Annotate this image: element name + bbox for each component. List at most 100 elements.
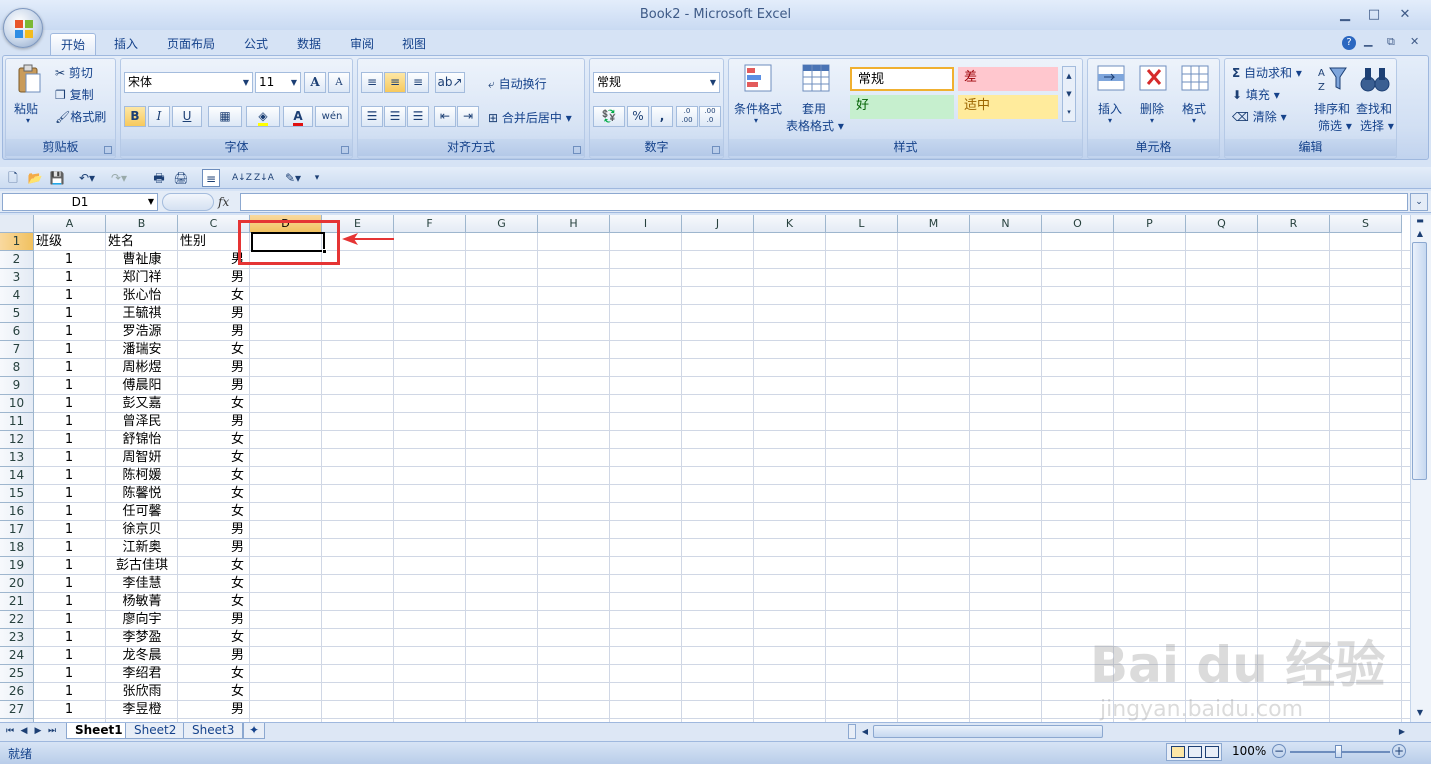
cell-c25[interactable]: 女 <box>178 665 244 683</box>
cell-c7[interactable]: 女 <box>178 341 244 359</box>
column-header-n[interactable]: N <box>970 215 1042 233</box>
cell-c12[interactable]: 女 <box>178 431 244 449</box>
cell-a1[interactable]: 班级 <box>36 233 106 251</box>
last-sheet-icon[interactable]: ⏭ <box>46 724 58 738</box>
cell-a10[interactable]: 1 <box>34 395 104 413</box>
maximize-button[interactable]: □ <box>1362 6 1386 24</box>
borders-button[interactable]: ▦ <box>208 106 242 127</box>
percent-button[interactable]: % <box>627 106 649 127</box>
column-header-b[interactable]: B <box>106 215 178 233</box>
insert-function-button[interactable]: fx <box>218 193 240 211</box>
cell-c26[interactable]: 女 <box>178 683 244 701</box>
cell-c15[interactable]: 女 <box>178 485 244 503</box>
dialog-launcher-icon[interactable] <box>573 146 581 154</box>
row-header-26[interactable]: 26 <box>0 683 34 701</box>
row-header-1[interactable]: 1 <box>0 233 34 251</box>
cell-b4[interactable]: 张心怡 <box>98 287 186 305</box>
format-cells-button[interactable]: 格式 ▾ <box>1176 62 1214 132</box>
tab-review[interactable]: 审阅 <box>340 33 384 56</box>
zoom-out-icon[interactable]: − <box>1272 744 1286 758</box>
cell-b27[interactable]: 李昱橙 <box>98 701 186 719</box>
cell-a2[interactable]: 1 <box>34 251 104 269</box>
cell-b13[interactable]: 周智妍 <box>98 449 186 467</box>
row-header-8[interactable]: 8 <box>0 359 34 377</box>
cell-b12[interactable]: 舒锦怡 <box>98 431 186 449</box>
cut-button[interactable]: ✂ 剪切 <box>55 64 93 81</box>
find-select-button[interactable]: 查找和 选择 ▾ <box>1354 62 1394 133</box>
cell-a17[interactable]: 1 <box>34 521 104 539</box>
next-sheet-icon[interactable]: ▶ <box>32 724 44 738</box>
row-header-11[interactable]: 11 <box>0 413 34 431</box>
cell-b15[interactable]: 陈馨悦 <box>98 485 186 503</box>
open-folder-icon[interactable]: 📂 <box>26 169 44 187</box>
ribbon-restore-icon[interactable]: ⧉ <box>1387 35 1395 49</box>
cell-a13[interactable]: 1 <box>34 449 104 467</box>
cell-a12[interactable]: 1 <box>34 431 104 449</box>
column-header-f[interactable]: F <box>394 215 466 233</box>
cell-c18[interactable]: 男 <box>178 539 244 557</box>
cell-b6[interactable]: 罗浩源 <box>98 323 186 341</box>
dialog-launcher-icon[interactable] <box>712 146 720 154</box>
autosum-button[interactable]: Σ 自动求和 ▾ <box>1232 64 1302 81</box>
cell-a8[interactable]: 1 <box>34 359 104 377</box>
cell-c2[interactable]: 男 <box>178 251 244 269</box>
sheet-tab-1[interactable]: Sheet1 <box>66 723 132 739</box>
column-header-g[interactable]: G <box>466 215 538 233</box>
page-break-view-icon[interactable] <box>1205 746 1219 758</box>
zoom-in-icon[interactable]: + <box>1392 744 1406 758</box>
font-color-button[interactable]: A <box>283 106 313 127</box>
tab-page-layout[interactable]: 页面布局 <box>157 33 225 56</box>
cell-a25[interactable]: 1 <box>34 665 104 683</box>
cell-a3[interactable]: 1 <box>34 269 104 287</box>
cell-b19[interactable]: 彭古佳琪 <box>98 557 186 575</box>
styles-scroll[interactable]: ▲ ▼ ▾ <box>1062 66 1076 122</box>
tab-formulas[interactable]: 公式 <box>234 33 278 56</box>
align-center-button[interactable]: ☰ <box>384 106 406 127</box>
cell-b23[interactable]: 李梦盈 <box>98 629 186 647</box>
font-name-combo[interactable]: 宋体 ▼ <box>124 72 253 93</box>
bold-button[interactable]: B <box>124 106 146 127</box>
cell-b25[interactable]: 李绍君 <box>98 665 186 683</box>
shrink-font-button[interactable]: A <box>328 72 350 93</box>
horizontal-scroll-thumb[interactable] <box>873 725 1103 738</box>
row-header-22[interactable]: 22 <box>0 611 34 629</box>
cell-b8[interactable]: 周彬煜 <box>98 359 186 377</box>
prev-sheet-icon[interactable]: ◀ <box>18 724 30 738</box>
cell-a11[interactable]: 1 <box>34 413 104 431</box>
column-header-k[interactable]: K <box>754 215 826 233</box>
cell-a15[interactable]: 1 <box>34 485 104 503</box>
wrap-text-button[interactable]: ⤶ 自动换行 <box>488 75 547 92</box>
cell-c20[interactable]: 女 <box>178 575 244 593</box>
format-painter-button[interactable]: 🖌格式刷 <box>55 108 106 125</box>
style-good[interactable]: 好 <box>850 95 954 119</box>
currency-button[interactable]: 💱 <box>593 106 625 127</box>
sort-filter-button[interactable]: AZ 排序和 筛选 ▾ <box>1312 62 1352 133</box>
column-header-a[interactable]: A <box>34 215 106 233</box>
column-header-j[interactable]: J <box>682 215 754 233</box>
column-header-h[interactable]: H <box>538 215 610 233</box>
scroll-up-icon[interactable]: ▲ <box>1413 229 1427 241</box>
scroll-left-icon[interactable]: ◀ <box>859 725 871 738</box>
cell-c6[interactable]: 男 <box>178 323 244 341</box>
page-layout-view-icon[interactable] <box>1188 746 1202 758</box>
row-header-27[interactable]: 27 <box>0 701 34 719</box>
zoom-level[interactable]: 100% <box>1232 744 1266 758</box>
cell-a5[interactable]: 1 <box>34 305 104 323</box>
column-header-m[interactable]: M <box>898 215 970 233</box>
decrease-decimal-button[interactable]: .00 .0 <box>699 106 721 127</box>
help-icon[interactable]: ? <box>1342 36 1356 50</box>
cell-b2[interactable]: 曹祉康 <box>98 251 186 269</box>
cell-b24[interactable]: 龙冬晨 <box>98 647 186 665</box>
number-format-combo[interactable]: 常规 ▼ <box>593 72 720 93</box>
tab-insert[interactable]: 插入 <box>104 33 148 56</box>
cell-b7[interactable]: 潘瑞安 <box>98 341 186 359</box>
row-header-6[interactable]: 6 <box>0 323 34 341</box>
format-as-table-button[interactable]: 套用 表格格式 ▾ <box>786 62 846 133</box>
name-box[interactable]: D1 ▼ <box>2 193 158 211</box>
italic-button[interactable]: I <box>148 106 170 127</box>
cell-b9[interactable]: 傅晨阳 <box>98 377 186 395</box>
normal-view-icon[interactable] <box>1171 746 1185 758</box>
cell-a22[interactable]: 1 <box>34 611 104 629</box>
cell-c19[interactable]: 女 <box>178 557 244 575</box>
split-box[interactable]: ▬ <box>1413 216 1427 228</box>
